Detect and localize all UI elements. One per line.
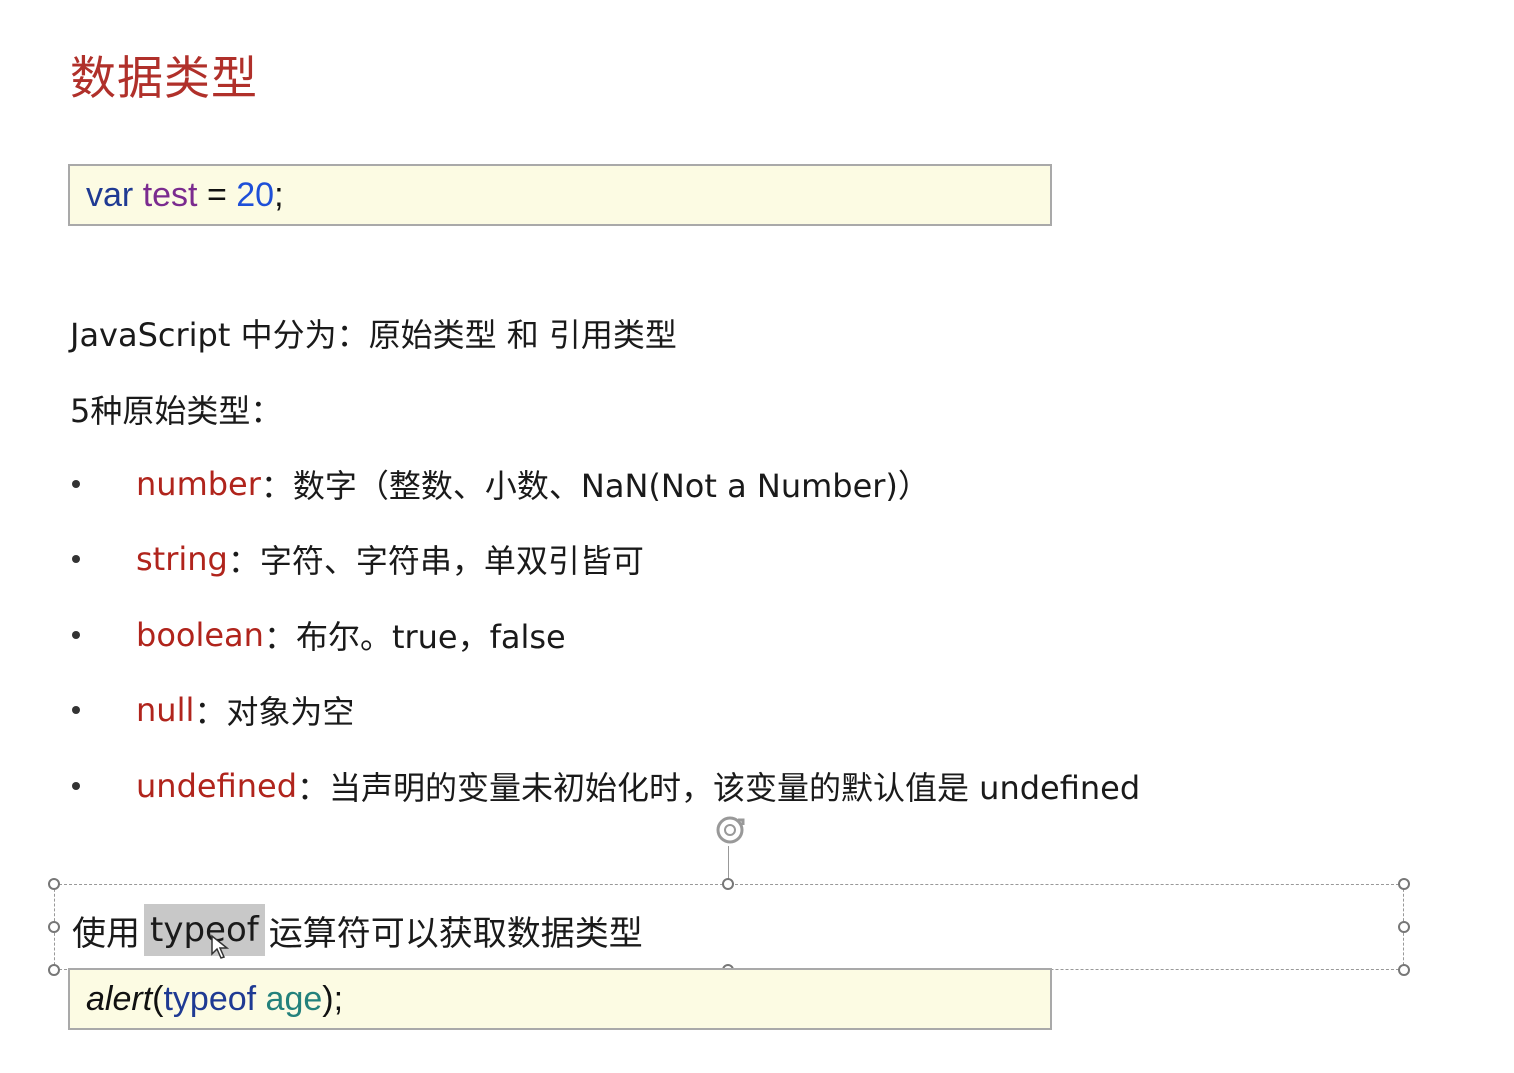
resize-handle-top[interactable]	[722, 878, 734, 890]
code-function: alert	[86, 980, 153, 1018]
resize-handle-top-right[interactable]	[1398, 878, 1410, 890]
resize-handle-bottom-left[interactable]	[48, 964, 60, 976]
type-desc: ：字符、字符串，单双引皆可	[227, 542, 644, 580]
code-operator: =	[197, 176, 237, 214]
text-after: 运算符可以获取数据类型	[268, 913, 643, 954]
text-before: 使用	[72, 913, 140, 954]
mouse-cursor-icon	[211, 934, 230, 959]
bullet-icon	[72, 480, 80, 488]
list-item: undefined ：当声明的变量未初始化时，该变量的默认值是 undefined	[70, 762, 1140, 810]
list-item: null ：对象为空	[70, 686, 354, 734]
primitive-header: 5种原始类型：	[70, 392, 283, 430]
code-block-var-test[interactable]: var test = 20;	[68, 164, 1052, 226]
type-term: string	[136, 540, 228, 578]
bullet-icon	[72, 782, 80, 790]
code-semicolon: ;	[274, 176, 284, 214]
list-item: boolean ：布尔。true，false	[70, 611, 566, 659]
selected-text[interactable]: typeof	[144, 904, 265, 956]
type-term: undefined	[136, 767, 297, 805]
code-block-alert-typeof[interactable]: alert(typeof age);	[68, 968, 1052, 1030]
code-keyword: typeof	[163, 980, 257, 1018]
list-item: number ：数字（整数、小数、NaN(Not a Number)）	[70, 460, 930, 508]
list-item: string ：字符、字符串，单双引皆可	[70, 535, 644, 583]
type-desc: ：对象为空	[194, 693, 355, 731]
code-paren-open: (	[152, 980, 164, 1018]
type-desc: ：布尔。true，false	[263, 618, 566, 656]
type-term: boolean	[136, 616, 264, 654]
resize-handle-bottom-right[interactable]	[1398, 964, 1410, 976]
typeof-textbox[interactable]: 使用 typeof 运算符可以获取数据类型	[72, 904, 643, 956]
code-keyword: var	[86, 176, 134, 214]
type-desc: ：数字（整数、小数、NaN(Not a Number)）	[260, 467, 930, 505]
type-desc: ：当声明的变量未初始化时，该变量的默认值是 undefined	[297, 769, 1141, 807]
type-term: null	[136, 691, 195, 729]
resize-handle-left[interactable]	[48, 921, 60, 933]
code-param: age	[265, 980, 323, 1018]
resize-handle-right[interactable]	[1398, 921, 1410, 933]
slide-title: 数据类型	[70, 51, 258, 105]
resize-handle-top-left[interactable]	[48, 878, 60, 890]
code-paren-close: );	[322, 980, 344, 1018]
type-term: number	[136, 465, 261, 503]
bullet-icon	[72, 555, 80, 563]
bullet-icon	[72, 631, 80, 639]
code-number: 20	[236, 176, 275, 214]
intro-line: JavaScript 中分为：原始类型 和 引用类型	[70, 316, 677, 354]
bullet-icon	[72, 706, 80, 714]
rotate-icon[interactable]	[712, 812, 748, 848]
code-variable: test	[142, 176, 198, 214]
